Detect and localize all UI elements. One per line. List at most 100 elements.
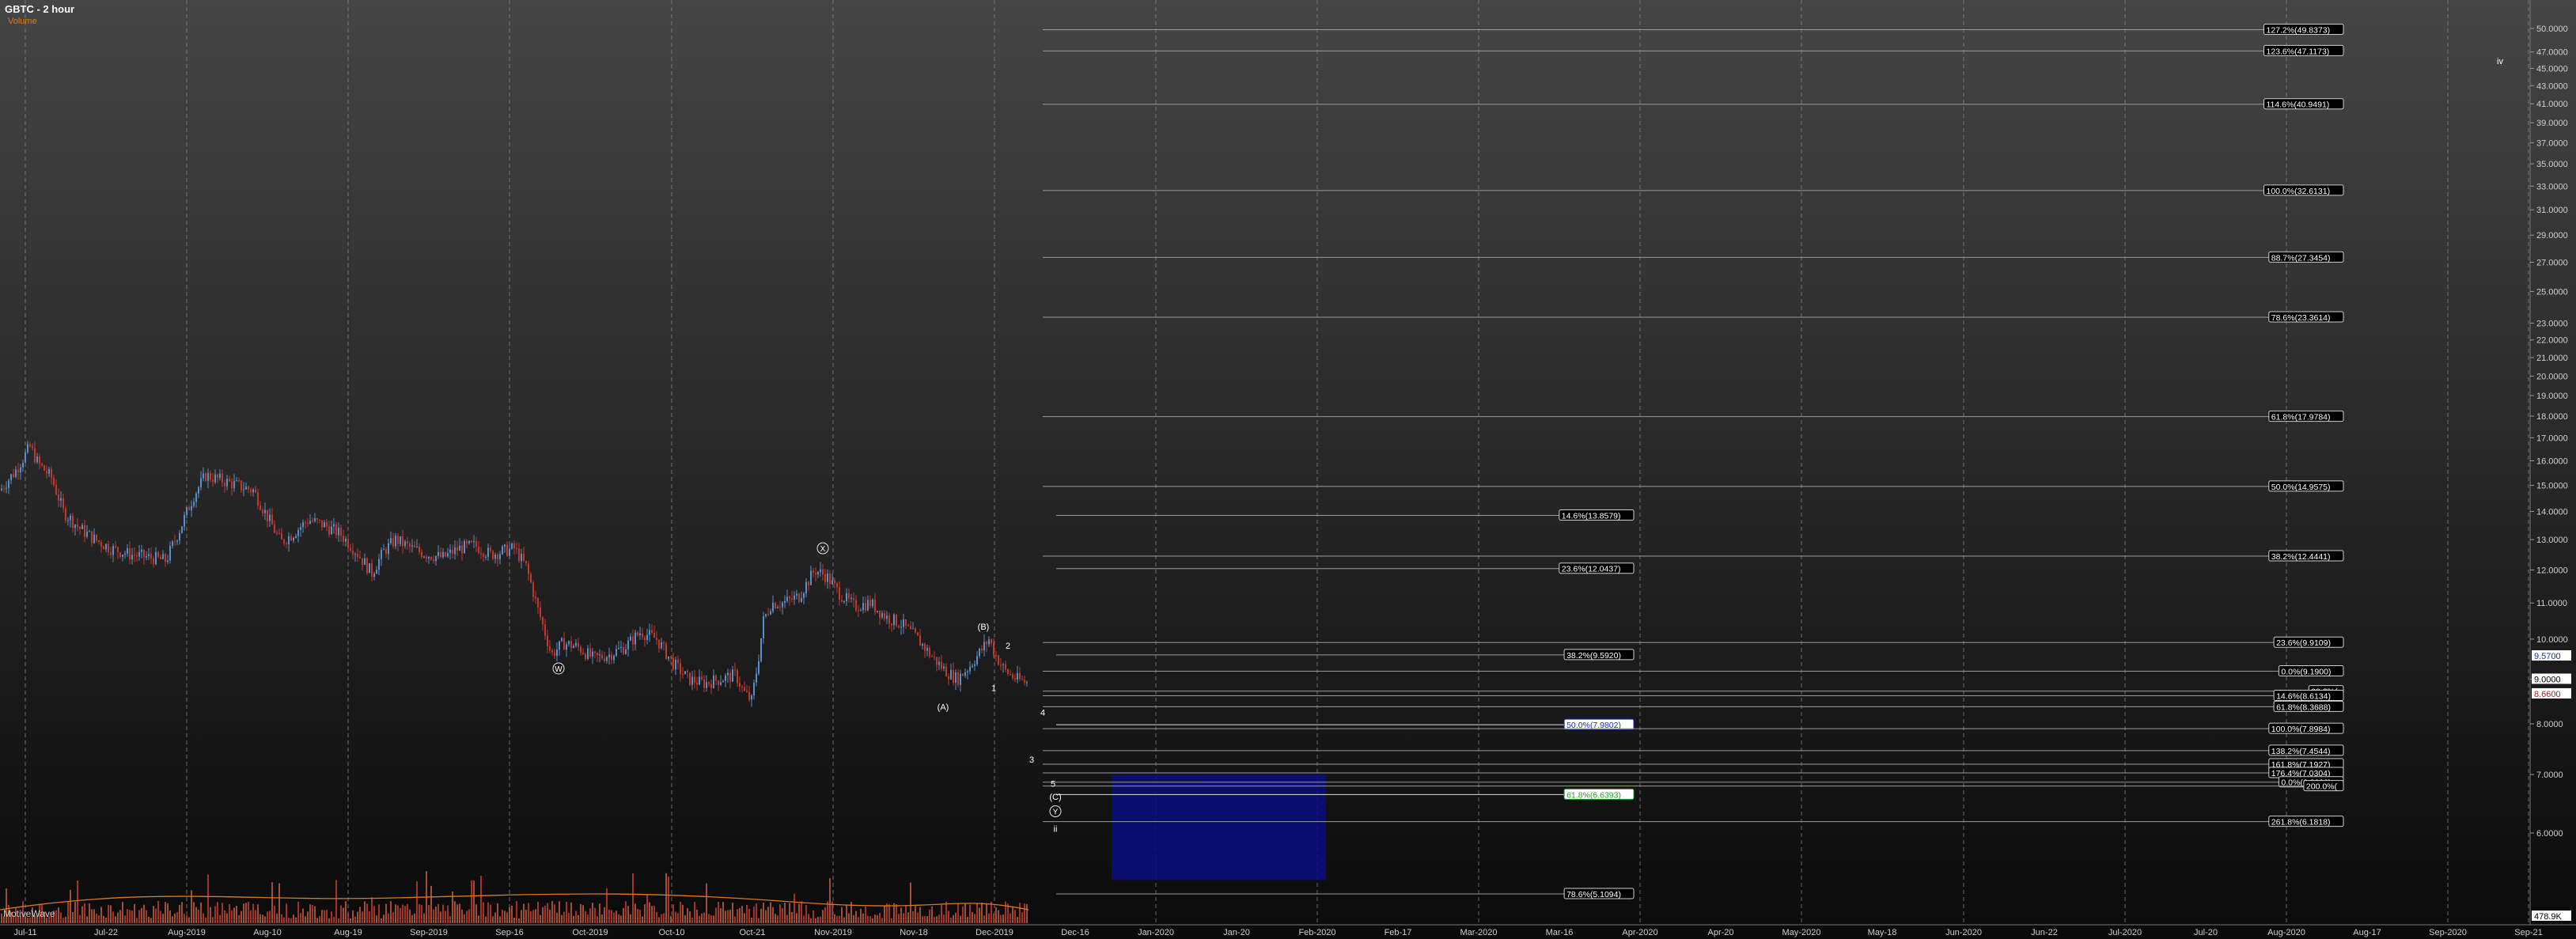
price-chart[interactable]: Jul-11 Jul-22 Aug-2019 Aug-10 Aug-19 Sep-2019…	[0, 0, 2576, 939]
price-candle	[972, 665, 973, 667]
price-candle	[3, 488, 5, 490]
chart-area[interactable]: Jul-11 Jul-22 Aug-2019 Aug-10 Aug-19 Sep-2019…	[0, 0, 2576, 939]
price-candle	[556, 649, 558, 657]
volume-bar	[530, 911, 532, 923]
volume-bar	[335, 880, 337, 923]
price-candle	[758, 661, 760, 674]
x-tick-label: Feb-17	[1385, 928, 1412, 937]
y-tick-label: 45.0000	[2536, 64, 2568, 74]
price-candle	[661, 642, 662, 649]
price-candle	[540, 607, 541, 618]
price-candle	[70, 515, 71, 521]
volume-bar	[677, 913, 679, 923]
volume-bar	[224, 910, 225, 923]
price-candle	[46, 470, 47, 474]
volume-bar	[274, 906, 275, 923]
volume-bar	[608, 909, 610, 923]
price-candle	[153, 558, 154, 565]
volume-bar	[248, 901, 249, 923]
price-candle	[438, 551, 439, 556]
volume-bar	[122, 902, 123, 923]
volume-bar	[243, 903, 244, 923]
price-candle	[378, 558, 380, 570]
volume-bar	[627, 906, 629, 923]
price-candle	[366, 558, 368, 574]
x-tick-label: Aug-17	[2353, 928, 2381, 937]
volume-bar	[390, 901, 392, 923]
price-candle	[138, 551, 140, 557]
price-candle	[551, 650, 553, 653]
volume-bar	[922, 916, 923, 923]
price-candle	[841, 600, 843, 602]
volume-bar	[238, 914, 240, 923]
y-tick-label: 27.0000	[2536, 259, 2568, 268]
x-tick-label: Mar-2020	[1460, 928, 1497, 937]
volume-bar	[231, 910, 233, 923]
volume-bar	[419, 904, 420, 923]
price-candle	[60, 498, 62, 501]
price-candle	[471, 540, 472, 543]
volume-bar	[108, 904, 109, 923]
price-candle	[694, 676, 695, 683]
price-candle	[839, 587, 840, 600]
volume-bar	[969, 904, 971, 923]
price-candle	[231, 481, 233, 489]
volume-bar	[466, 911, 468, 923]
volume-bar	[756, 903, 757, 923]
volume-bar	[483, 902, 484, 923]
price-candle	[979, 649, 980, 657]
volume-bar	[739, 907, 741, 923]
volume-bar	[1021, 912, 1023, 923]
price-candle	[475, 540, 477, 547]
price-candle	[677, 659, 679, 664]
price-candle	[6, 487, 7, 489]
y-tick-label: 17.0000	[2536, 434, 2568, 443]
price-candle	[212, 479, 214, 483]
volume-bar	[680, 901, 681, 923]
price-candle	[383, 549, 385, 551]
volume-bar	[635, 903, 636, 923]
price-candle	[509, 548, 510, 556]
volume-bar	[366, 903, 368, 923]
price-candle	[392, 538, 394, 547]
price-candle	[1002, 664, 1004, 665]
volume-bar	[907, 912, 909, 923]
y-tick-label: 21.0000	[2536, 354, 2568, 363]
volume-bar	[255, 910, 256, 923]
x-tick-label: Aug-19	[334, 928, 362, 937]
volume-bar	[188, 917, 190, 923]
volume-bar	[661, 914, 662, 923]
price-candle	[326, 522, 328, 527]
price-candle	[592, 651, 593, 657]
x-tick-label: Jul-20	[2194, 928, 2218, 937]
price-candle	[542, 617, 544, 625]
volume-bar	[186, 915, 188, 923]
volume-bar	[1005, 901, 1006, 923]
volume-bar	[295, 917, 297, 923]
price-candle	[402, 536, 403, 547]
price-candle	[532, 582, 534, 597]
volume-bar	[67, 901, 69, 923]
fib-level-label: 78.6%(5.1094)	[1566, 890, 1621, 899]
volume-bar	[967, 916, 968, 923]
volume-bar	[494, 912, 496, 923]
price-candle	[115, 546, 116, 547]
volume-bar	[468, 909, 470, 923]
volume-bar	[829, 878, 831, 923]
volume-bar	[269, 911, 271, 923]
fib-level-label: 261.8%(6.1818)	[2271, 818, 2331, 827]
price-candle	[300, 527, 301, 530]
price-candle	[663, 642, 665, 644]
volume-bar	[283, 917, 285, 923]
price-candle	[423, 556, 425, 558]
price-candle	[119, 552, 121, 557]
volume-bar	[905, 905, 907, 923]
price-candle	[620, 646, 622, 649]
volume-bar	[445, 911, 446, 923]
price-candle	[779, 607, 781, 608]
volume-bar	[981, 902, 983, 923]
wave-label: 4	[1040, 708, 1045, 718]
volume-bar	[808, 914, 809, 923]
price-candle	[701, 676, 703, 680]
price-candle	[516, 548, 517, 550]
